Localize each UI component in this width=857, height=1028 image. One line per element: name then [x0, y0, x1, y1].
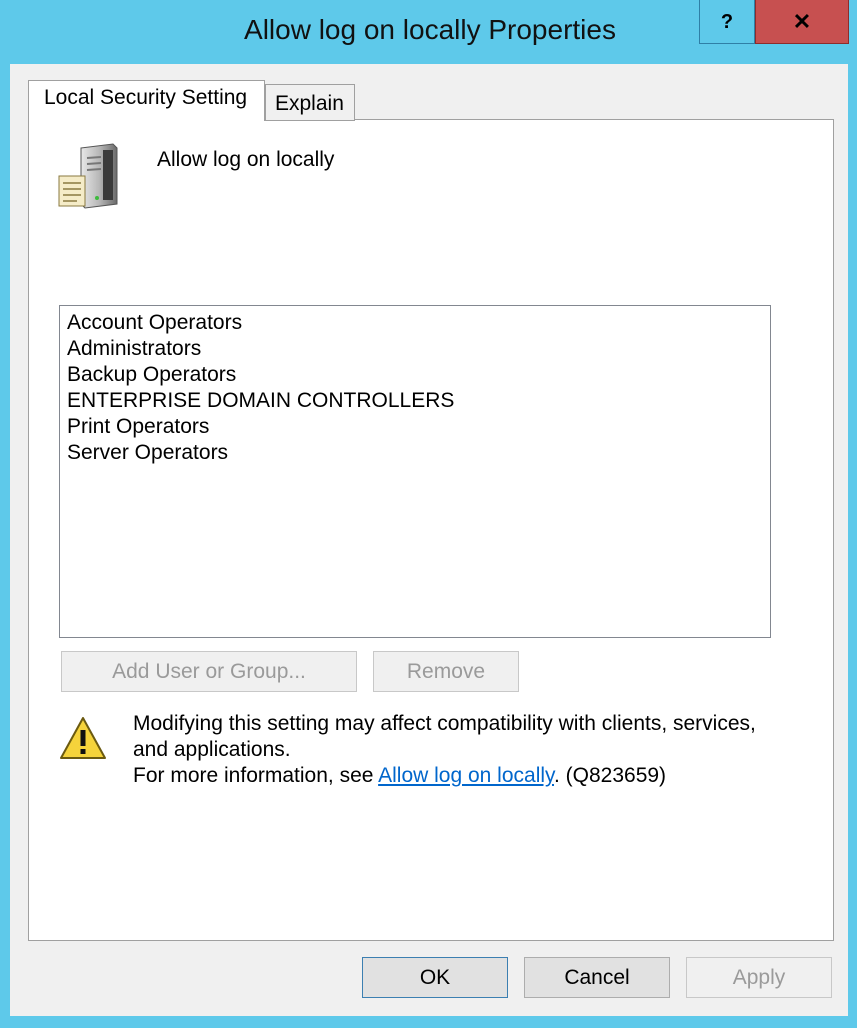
- tab-explain[interactable]: Explain: [265, 84, 355, 121]
- list-item[interactable]: Backup Operators: [60, 362, 770, 388]
- more-info-line: For more information, see Allow log on l…: [133, 763, 793, 789]
- policy-help-link[interactable]: Allow log on locally: [378, 764, 554, 787]
- members-listbox[interactable]: Account Operators Administrators Backup …: [59, 305, 771, 638]
- close-button[interactable]: ✕: [755, 0, 849, 44]
- list-item[interactable]: Server Operators: [60, 440, 770, 466]
- apply-button[interactable]: Apply: [686, 957, 832, 998]
- tab-panel: Allow log on locally Account Operators A…: [28, 119, 834, 941]
- properties-dialog: Allow log on locally Properties ? ✕ Loca…: [0, 0, 857, 1028]
- policy-name: Allow log on locally: [157, 148, 335, 171]
- list-item[interactable]: ENTERPRISE DOMAIN CONTROLLERS: [60, 388, 770, 414]
- list-item[interactable]: Administrators: [60, 336, 770, 362]
- title-bar[interactable]: Allow log on locally Properties ? ✕: [0, 0, 857, 64]
- list-item[interactable]: Account Operators: [60, 310, 770, 336]
- dialog-client-area: Local Security Setting Explain Allow log…: [10, 64, 848, 1016]
- kb-reference: . (Q823659): [553, 764, 667, 787]
- cancel-button[interactable]: Cancel: [524, 957, 670, 998]
- add-user-or-group-button[interactable]: Add User or Group...: [61, 651, 357, 692]
- ok-button[interactable]: OK: [362, 957, 508, 998]
- warning-line: Modifying this setting may affect compat…: [133, 712, 756, 761]
- policy-server-icon: [58, 143, 118, 209]
- list-item[interactable]: Print Operators: [60, 414, 770, 440]
- warning-message: Modifying this setting may affect compat…: [133, 711, 793, 789]
- warning-icon: [60, 717, 106, 759]
- help-button[interactable]: ?: [699, 0, 755, 44]
- more-info-prefix: For more information, see: [133, 764, 379, 787]
- remove-button[interactable]: Remove: [373, 651, 519, 692]
- tab-local-security-setting[interactable]: Local Security Setting: [28, 80, 265, 121]
